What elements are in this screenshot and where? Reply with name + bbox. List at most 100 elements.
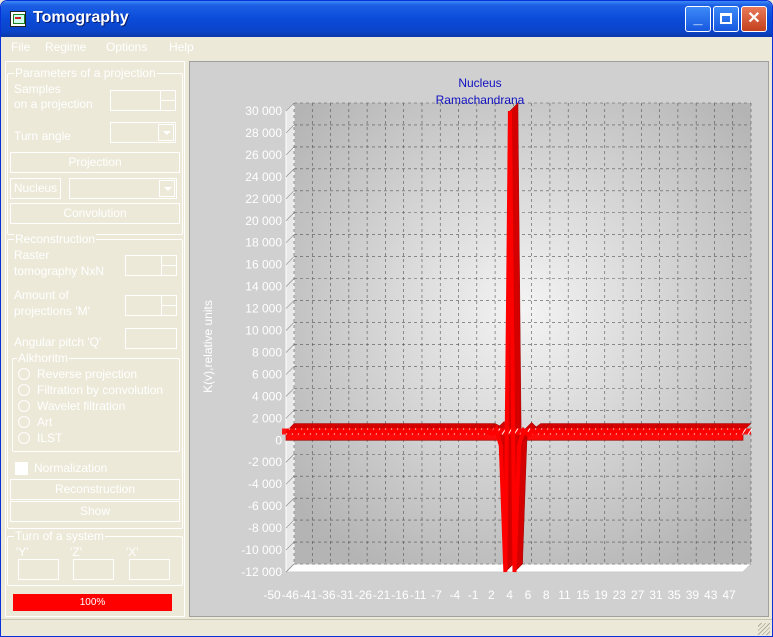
radio-label: ILST	[37, 431, 63, 445]
minimize-button[interactable]: _	[685, 6, 711, 32]
y-tick-label: 2 000	[252, 411, 282, 425]
radio-wavelet-filtration[interactable]	[18, 400, 30, 412]
y-tick-label: 0	[275, 433, 282, 447]
turn-angle-label: Turn angle	[14, 129, 71, 143]
y-tick-label: 28 000	[245, 126, 282, 140]
menu-help[interactable]: Help	[169, 40, 194, 54]
close-icon: ✕	[747, 10, 761, 27]
maximize-icon	[720, 13, 732, 24]
radio-label: Reverse projection	[37, 367, 138, 381]
close-button[interactable]: ✕	[741, 6, 767, 32]
spinner-arrows-icon[interactable]	[161, 296, 176, 315]
nucleus-select[interactable]	[69, 178, 177, 199]
x-tick-label: -26	[355, 588, 373, 602]
turn-angle-select[interactable]	[110, 122, 176, 143]
x-tick-label: -4	[449, 588, 460, 602]
x-tick-label: 31	[649, 588, 663, 602]
reconstruction-group-title: Reconstruction	[14, 232, 97, 246]
algorithm-group-title: Alkhoritm	[17, 351, 70, 365]
y-tick-label: -6 000	[248, 499, 282, 513]
y-tick-label: -12 000	[241, 565, 282, 579]
y-input[interactable]	[18, 559, 59, 580]
samples-spinner[interactable]	[110, 90, 176, 111]
y-tick-label: 22 000	[245, 192, 282, 206]
resize-grip-icon[interactable]	[758, 623, 770, 635]
normalization-checkbox[interactable]	[15, 462, 28, 475]
menu-file[interactable]: File	[11, 40, 30, 54]
x-tick-label: 23	[613, 588, 627, 602]
progress-label: 100%	[79, 597, 106, 608]
x-input[interactable]	[129, 559, 170, 580]
angular-pitch-input[interactable]	[125, 328, 177, 349]
amount-label: Amount of	[14, 288, 69, 302]
show-button[interactable]: Show	[10, 501, 180, 522]
x-label: 'X'	[126, 545, 139, 559]
x-tick-label: -16	[391, 588, 409, 602]
spinner-arrows-icon[interactable]	[160, 91, 175, 110]
projection-button[interactable]: Projection	[10, 152, 180, 173]
x-tick-label: -1	[468, 588, 479, 602]
normalization-label: Normalization	[34, 461, 108, 475]
x-tick-label: -31	[336, 588, 354, 602]
x-tick-label: 15	[576, 588, 590, 602]
x-tick-label: 47	[722, 588, 736, 602]
app-window: Tomography _ ✕ File Regime Options Help …	[0, 0, 773, 637]
x-tick-label: 39	[686, 588, 700, 602]
y-tick-label: -4 000	[248, 477, 282, 491]
y-tick-label: 12 000	[245, 302, 282, 316]
reconstruction-button[interactable]: Reconstruction	[10, 479, 180, 500]
x-tick-label: 2	[488, 588, 495, 602]
samples-label: Samples	[14, 82, 61, 96]
angular-pitch-label: Angular pitch 'Q'	[14, 335, 102, 349]
amount-label-2: projections 'M'	[14, 304, 90, 318]
x-tick-label: -11	[410, 588, 427, 602]
plot-side-wall	[285, 101, 295, 574]
x-tick-label: 35	[667, 588, 681, 602]
y-label: 'Y'	[16, 545, 29, 559]
y-tick-label: 30 000	[245, 104, 282, 118]
minimize-icon: _	[693, 10, 703, 27]
nucleus-button[interactable]: Nucleus	[10, 178, 61, 199]
radio-reverse-projection[interactable]	[18, 368, 30, 380]
x-tick-label: 43	[704, 588, 718, 602]
x-tick-label: 6	[525, 588, 532, 602]
progress-bar: 100%	[13, 594, 172, 611]
convolution-button[interactable]: Convolution	[10, 203, 180, 224]
y-tick-label: 14 000	[245, 280, 282, 294]
radio-label: Filtration by convolution	[37, 383, 164, 397]
chevron-down-icon[interactable]	[158, 124, 174, 141]
radio-label: Wavelet filtration	[37, 399, 126, 413]
menu-options[interactable]: Options	[106, 40, 147, 54]
radio-filtration-convolution[interactable]	[18, 384, 30, 396]
raster-label-2: tomography NxN	[14, 264, 105, 278]
spinner-arrows-icon[interactable]	[161, 256, 176, 275]
x-tick-label: -36	[318, 588, 336, 602]
x-tick-label: 4	[506, 588, 513, 602]
maximize-button[interactable]	[713, 6, 739, 32]
projection-group-title: Parameters of a projection	[14, 66, 157, 80]
window-title: Tomography	[33, 9, 129, 26]
x-tick-label: -7	[431, 588, 442, 602]
left-panel: Parameters of a projection Samples on a …	[5, 61, 185, 617]
z-input[interactable]	[73, 559, 114, 580]
x-tick-label: -50	[263, 588, 281, 602]
chevron-down-icon[interactable]	[159, 180, 175, 197]
radio-art[interactable]	[18, 416, 30, 428]
x-tick-label: 27	[631, 588, 645, 602]
x-tick-label: 8	[543, 588, 550, 602]
radio-ilst[interactable]	[18, 432, 30, 444]
y-tick-label: 8 000	[252, 345, 282, 359]
menu-regime[interactable]: Regime	[45, 40, 86, 54]
menu-bar: File Regime Options Help	[1, 37, 772, 57]
radio-label: Art	[37, 415, 53, 429]
projections-spinner[interactable]	[125, 295, 177, 316]
y-tick-label: 26 000	[245, 148, 282, 162]
y-tick-label: 18 000	[245, 236, 282, 250]
y-tick-label: 6 000	[252, 367, 282, 381]
y-tick-label: -2 000	[248, 455, 282, 469]
raster-spinner[interactable]	[125, 255, 177, 276]
y-tick-label: 20 000	[245, 214, 282, 228]
z-label: 'Z'	[70, 545, 82, 559]
x-tick-label: -21	[373, 588, 391, 602]
title-bar: Tomography _ ✕	[1, 1, 772, 37]
